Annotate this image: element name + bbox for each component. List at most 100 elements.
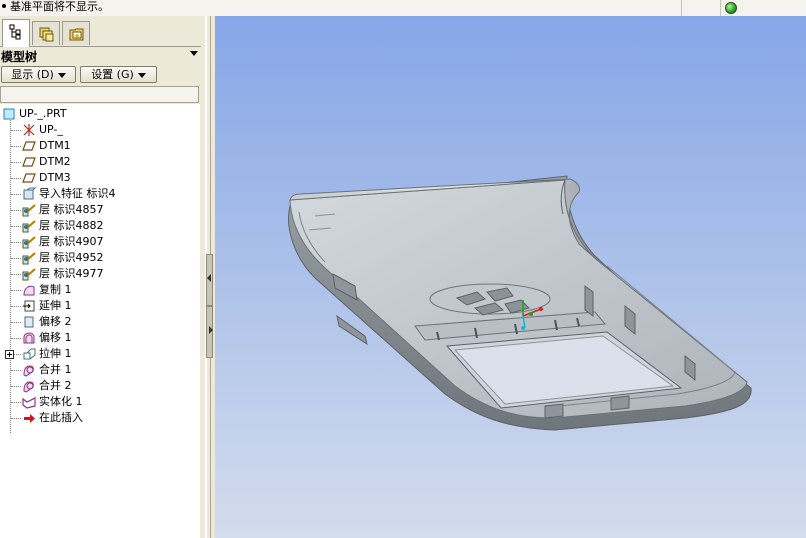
layer-icon	[22, 235, 36, 249]
extend-icon	[22, 299, 36, 313]
tab-favorites[interactable]	[62, 21, 90, 45]
tree-item-label: 导入特征 标识4	[39, 187, 116, 200]
tree-item-label: DTM3	[39, 171, 71, 184]
tree-item-label: 层 标识4882	[39, 219, 104, 232]
tree-item[interactable]: 合并 1	[0, 362, 200, 378]
model-tree-icon	[9, 24, 21, 40]
datum-plane-icon	[22, 171, 36, 185]
tree-item-label: UP-_.PRT	[19, 107, 67, 120]
tree-item[interactable]: 层 标识4907	[0, 234, 200, 250]
tree-item[interactable]: DTM2	[0, 154, 200, 170]
tree-item[interactable]: 复制 1	[0, 282, 200, 298]
tree-connector	[11, 162, 21, 163]
tree-item-label: 实体化 1	[39, 395, 83, 408]
offset-icon	[22, 315, 36, 329]
tree-connector	[11, 402, 21, 403]
part-3d-model[interactable]	[215, 16, 806, 538]
favorites-folder-icon	[69, 28, 84, 41]
bullet-icon	[2, 4, 6, 8]
tree-connector	[11, 306, 21, 307]
tree-item-label: 层 标识4907	[39, 235, 104, 248]
tree-item-label: 在此插入	[39, 411, 83, 424]
tree-item[interactable]: 偏移 2	[0, 314, 200, 330]
tree-connector	[11, 418, 21, 419]
tree-connector	[11, 194, 21, 195]
tree-connector	[11, 290, 21, 291]
datum-plane-icon	[22, 139, 36, 153]
layer-icon	[22, 267, 36, 281]
tree-connector	[11, 146, 21, 147]
merge-icon	[22, 379, 36, 393]
model-tree-header: 模型树	[0, 46, 201, 64]
status-message-text: 基准平面将不显示。	[10, 0, 109, 13]
tree-item[interactable]: 层 标识4952	[0, 250, 200, 266]
panel-splitter[interactable]	[201, 16, 215, 538]
expand-right-icon[interactable]	[209, 326, 213, 334]
navigator-panel: 模型树 显示 (D) 设置 (G) UP-_.PRT UP-_ DTM1 DTM2 DT…	[0, 16, 202, 538]
copy-surface-icon	[22, 283, 36, 297]
datum-plane-icon	[22, 155, 36, 169]
solidify-icon	[22, 395, 36, 409]
tree-item-label: DTM1	[39, 139, 71, 152]
tree-connector	[11, 322, 21, 323]
layer-icon	[22, 251, 36, 265]
tree-connector	[11, 226, 21, 227]
chevron-down-icon	[137, 72, 146, 78]
merge-icon	[22, 363, 36, 377]
tree-item[interactable]: DTM3	[0, 170, 200, 186]
tree-item[interactable]: 偏移 1	[0, 330, 200, 346]
tree-item-label: UP-_	[39, 123, 63, 136]
show-dropdown-button[interactable]: 显示 (D)	[1, 66, 76, 83]
layer-icon	[22, 203, 36, 217]
collapse-left-icon[interactable]	[207, 274, 211, 282]
tree-item-label: DTM2	[39, 155, 71, 168]
tree-item-label: 层 标识4857	[39, 203, 104, 216]
tab-folder-browser[interactable]	[32, 21, 60, 45]
tree-item[interactable]: 层 标识4977	[0, 266, 200, 282]
tree-item-label: 偏移 2	[39, 315, 72, 328]
tree-connector	[11, 370, 21, 371]
chevron-down-icon	[57, 72, 66, 78]
tree-item[interactable]: UP-_	[0, 122, 200, 138]
settings-label: 设置 (G)	[91, 68, 134, 81]
tree-item[interactable]: 在此插入	[0, 410, 200, 426]
part-icon	[2, 107, 16, 121]
tab-model-tree[interactable]	[2, 19, 30, 47]
offset-surface-icon	[22, 331, 36, 345]
show-label: 显示 (D)	[11, 68, 54, 81]
tree-connector	[11, 338, 21, 339]
tree-item[interactable]: 拉伸 1	[0, 346, 200, 362]
tree-connector	[11, 130, 21, 131]
tree-item[interactable]: 层 标识4882	[0, 218, 200, 234]
model-tree-title: 模型树	[1, 50, 38, 64]
tree-item[interactable]: 延伸 1	[0, 298, 200, 314]
tree-item[interactable]: UP-_.PRT	[0, 106, 200, 122]
graphics-viewport[interactable]	[215, 16, 806, 538]
tree-item-label: 合并 2	[39, 379, 72, 392]
tree-connector	[11, 210, 21, 211]
settings-dropdown-button[interactable]: 设置 (G)	[80, 66, 157, 83]
tree-item[interactable]: 导入特征 标识4	[0, 186, 200, 202]
csys-icon	[22, 123, 36, 137]
expand-toggle-icon[interactable]	[5, 350, 14, 359]
message-bar: 基准平面将不显示。	[0, 0, 806, 17]
divider	[720, 0, 721, 16]
tree-item[interactable]: 合并 2	[0, 378, 200, 394]
status-light-icon	[725, 2, 737, 14]
tree-item-label: 复制 1	[39, 283, 72, 296]
tree-item[interactable]: 实体化 1	[0, 394, 200, 410]
navigator-tabs	[0, 19, 201, 47]
tree-item-label: 延伸 1	[39, 299, 72, 312]
tree-connector	[11, 178, 21, 179]
tree-connector	[11, 386, 21, 387]
tree-item[interactable]: DTM1	[0, 138, 200, 154]
tree-connector	[11, 242, 21, 243]
extrude-icon	[22, 347, 36, 361]
tree-item-label: 层 标识4952	[39, 251, 104, 264]
tree-item[interactable]: 层 标识4857	[0, 202, 200, 218]
layer-icon	[22, 219, 36, 233]
tree-filter-bar[interactable]	[0, 86, 199, 103]
tree-connector	[11, 274, 21, 275]
chevron-down-icon[interactable]	[190, 51, 198, 56]
status-message: 基准平面将不显示。	[2, 0, 109, 14]
